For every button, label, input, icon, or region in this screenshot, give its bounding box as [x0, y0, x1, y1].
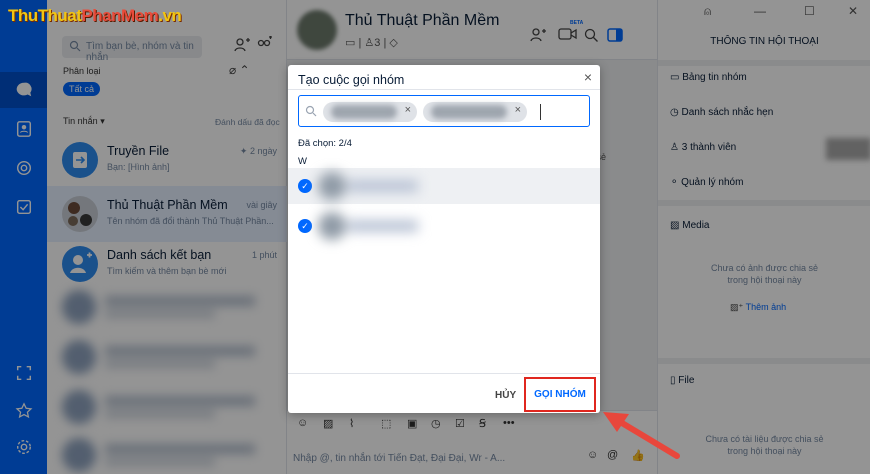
member-picker-input[interactable]: × ×	[298, 95, 590, 127]
cancel-button[interactable]: HỦY	[495, 390, 516, 401]
selected-member-tag[interactable]: ×	[423, 102, 527, 122]
search-icon	[305, 105, 317, 117]
remove-tag-icon[interactable]: ×	[515, 104, 521, 116]
section-letter: W	[298, 156, 307, 167]
app-window: ThuThuatPhanMem.vn Tìm bạn bè, nhóm và t…	[0, 0, 870, 474]
blurred-member	[318, 172, 423, 200]
close-dialog-icon[interactable]: ×	[584, 69, 592, 85]
selected-member-tag[interactable]: ×	[323, 102, 417, 122]
member-row[interactable]: ✓	[288, 208, 600, 244]
checked-icon[interactable]: ✓	[298, 179, 312, 193]
dialog-title: Tạo cuộc gọi nhóm	[298, 73, 405, 87]
blurred-member	[318, 212, 423, 240]
group-call-button[interactable]: GỌI NHÓM	[524, 377, 596, 412]
site-logo: ThuThuatPhanMem.vn	[8, 6, 182, 25]
text-caret	[540, 104, 541, 120]
selected-count: Đã chọn: 2/4	[298, 138, 352, 149]
checked-icon[interactable]: ✓	[298, 219, 312, 233]
group-call-dialog: Tạo cuộc gọi nhóm × × × Đã chọn: 2/4 W ✓…	[288, 65, 600, 413]
member-row[interactable]: ✓	[288, 168, 600, 204]
remove-tag-icon[interactable]: ×	[405, 104, 411, 116]
annotation-arrow-icon	[603, 412, 680, 459]
